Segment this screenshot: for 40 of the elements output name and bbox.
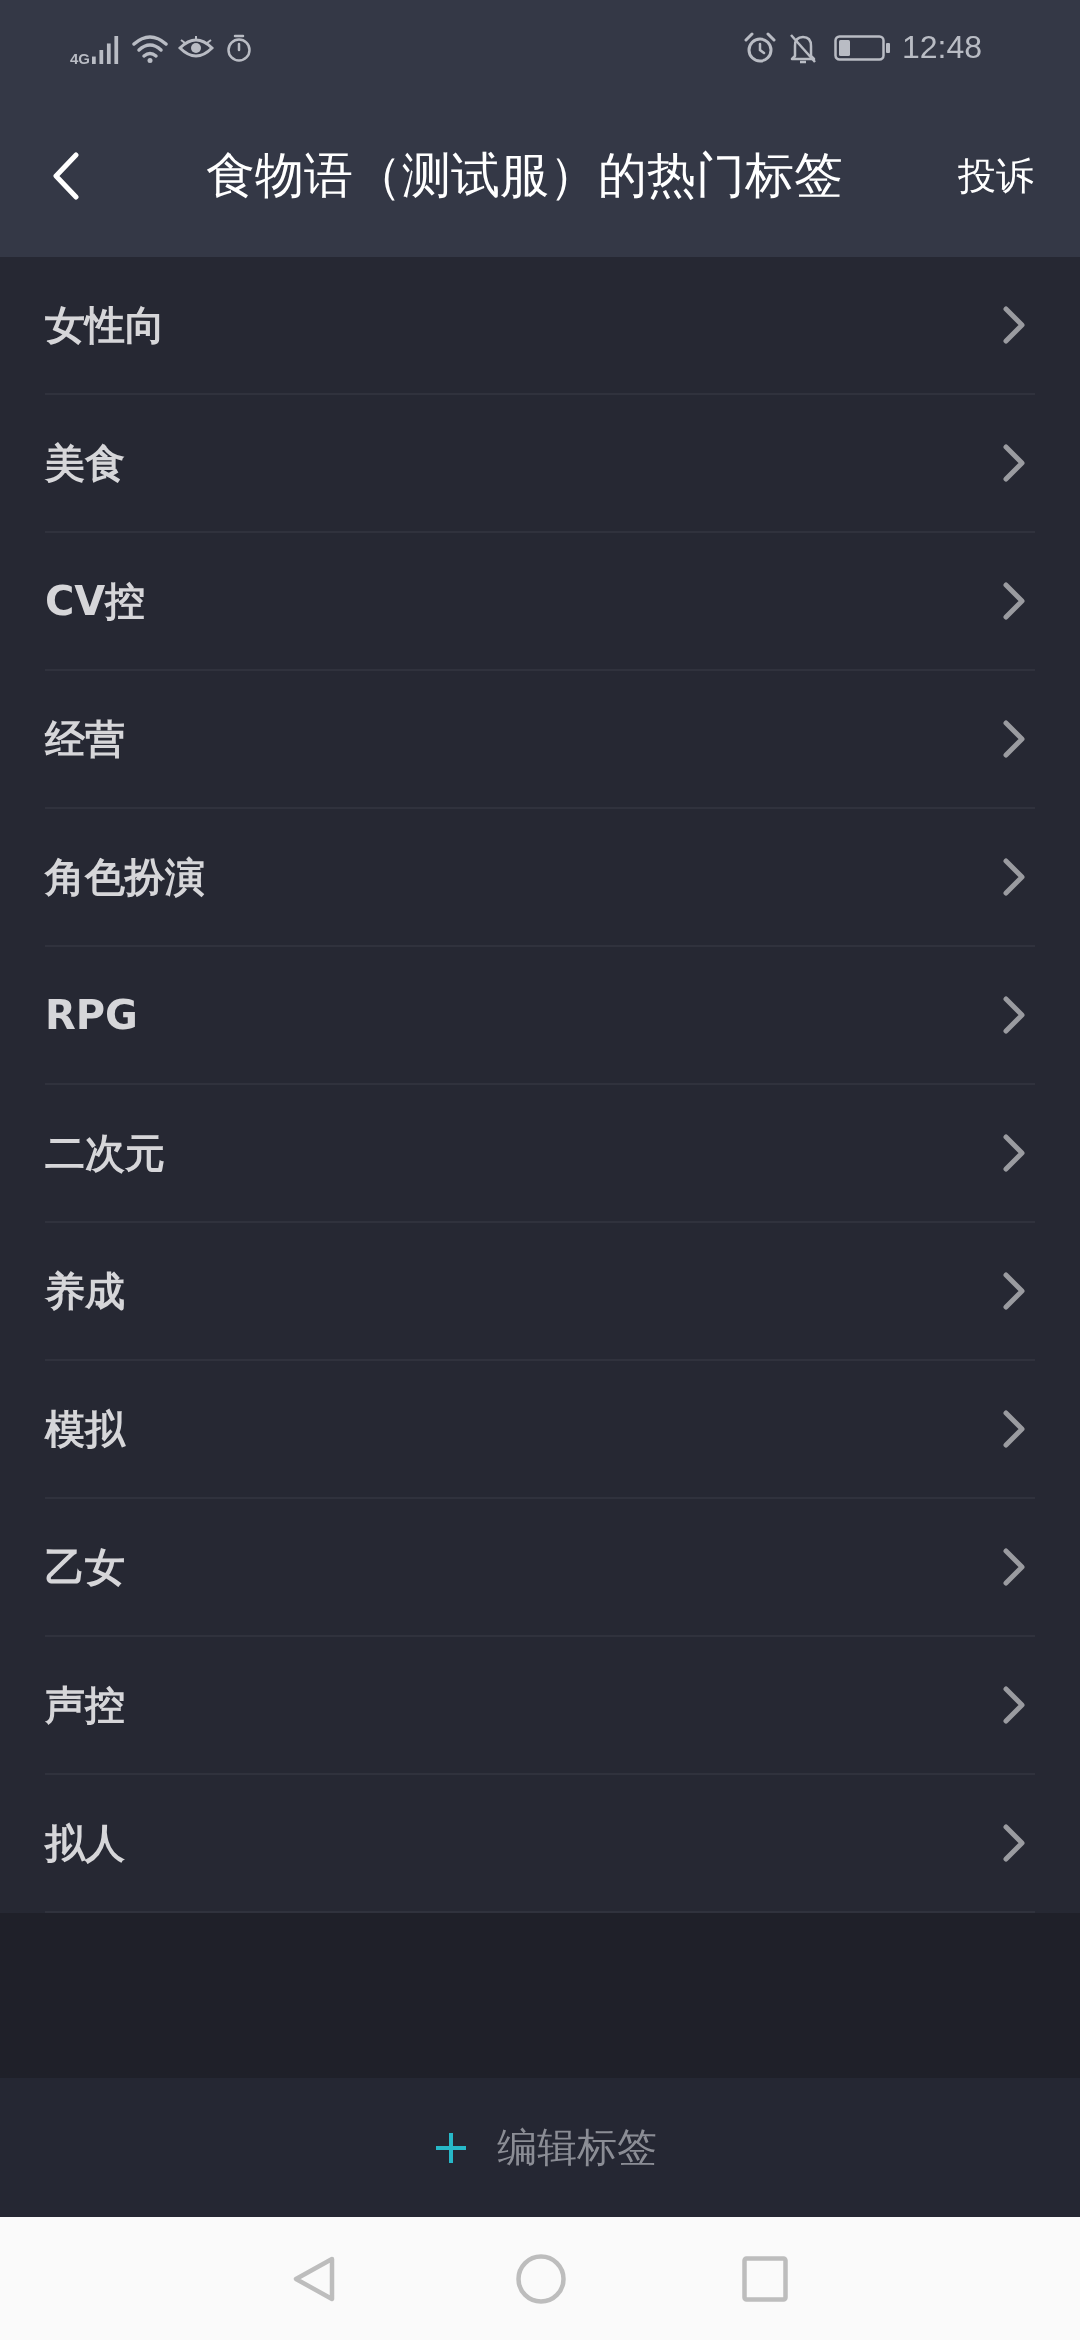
chevron-right-icon — [1002, 857, 1026, 897]
back-button[interactable] — [52, 152, 80, 200]
tag-list-item[interactable]: 声控 — [45, 1637, 1035, 1775]
home-circle-icon[interactable] — [516, 2253, 566, 2304]
chevron-right-icon — [1002, 305, 1026, 345]
chevron-right-icon — [1002, 443, 1026, 483]
plus-icon — [435, 2131, 467, 2164]
chevron-right-icon — [1002, 1271, 1026, 1311]
chevron-right-icon — [1002, 719, 1026, 759]
recents-square-icon[interactable] — [742, 2255, 788, 2302]
tag-list-item[interactable]: 角色扮演 — [45, 809, 1035, 947]
tag-list-item[interactable]: 女性向 — [45, 257, 1035, 395]
chevron-right-icon — [1002, 1547, 1026, 1587]
battery-icon — [833, 34, 890, 61]
chevron-right-icon — [1002, 581, 1026, 621]
tag-list-item[interactable]: 二次元 — [45, 1085, 1035, 1223]
clock-time: 12:48 — [901, 29, 982, 66]
tag-list-item[interactable]: 经营 — [45, 671, 1035, 809]
tag-list-item[interactable]: 模拟 — [45, 1361, 1035, 1499]
eye-icon — [178, 35, 214, 60]
chevron-right-icon — [1002, 1685, 1026, 1725]
tag-list-item[interactable]: CV控 — [45, 533, 1035, 671]
report-button[interactable]: 投诉 — [958, 150, 1034, 202]
chevron-right-icon — [1002, 1133, 1026, 1173]
chevron-right-icon — [1002, 1823, 1026, 1863]
wifi-icon — [132, 32, 168, 63]
edit-tags-button[interactable]: 编辑标签 — [423, 2120, 657, 2175]
network-type-label: 4G — [70, 50, 90, 67]
chevron-right-icon — [1002, 995, 1026, 1035]
tag-list-item[interactable]: 乙女 — [45, 1499, 1035, 1637]
page-title: 食物语（测试服）的热门标签 — [204, 146, 844, 206]
tag-list-item[interactable]: RPG — [45, 947, 1035, 1085]
tag-list-item[interactable]: 养成 — [45, 1223, 1035, 1361]
alarm-clock-icon — [743, 31, 776, 64]
tag-list-item[interactable]: 美食 — [45, 395, 1035, 533]
chevron-right-icon — [1002, 1409, 1026, 1449]
stopwatch-icon — [226, 33, 252, 62]
signal-icon — [92, 35, 120, 64]
back-icon — [52, 152, 80, 200]
back-triangle-icon[interactable] — [292, 2254, 336, 2303]
